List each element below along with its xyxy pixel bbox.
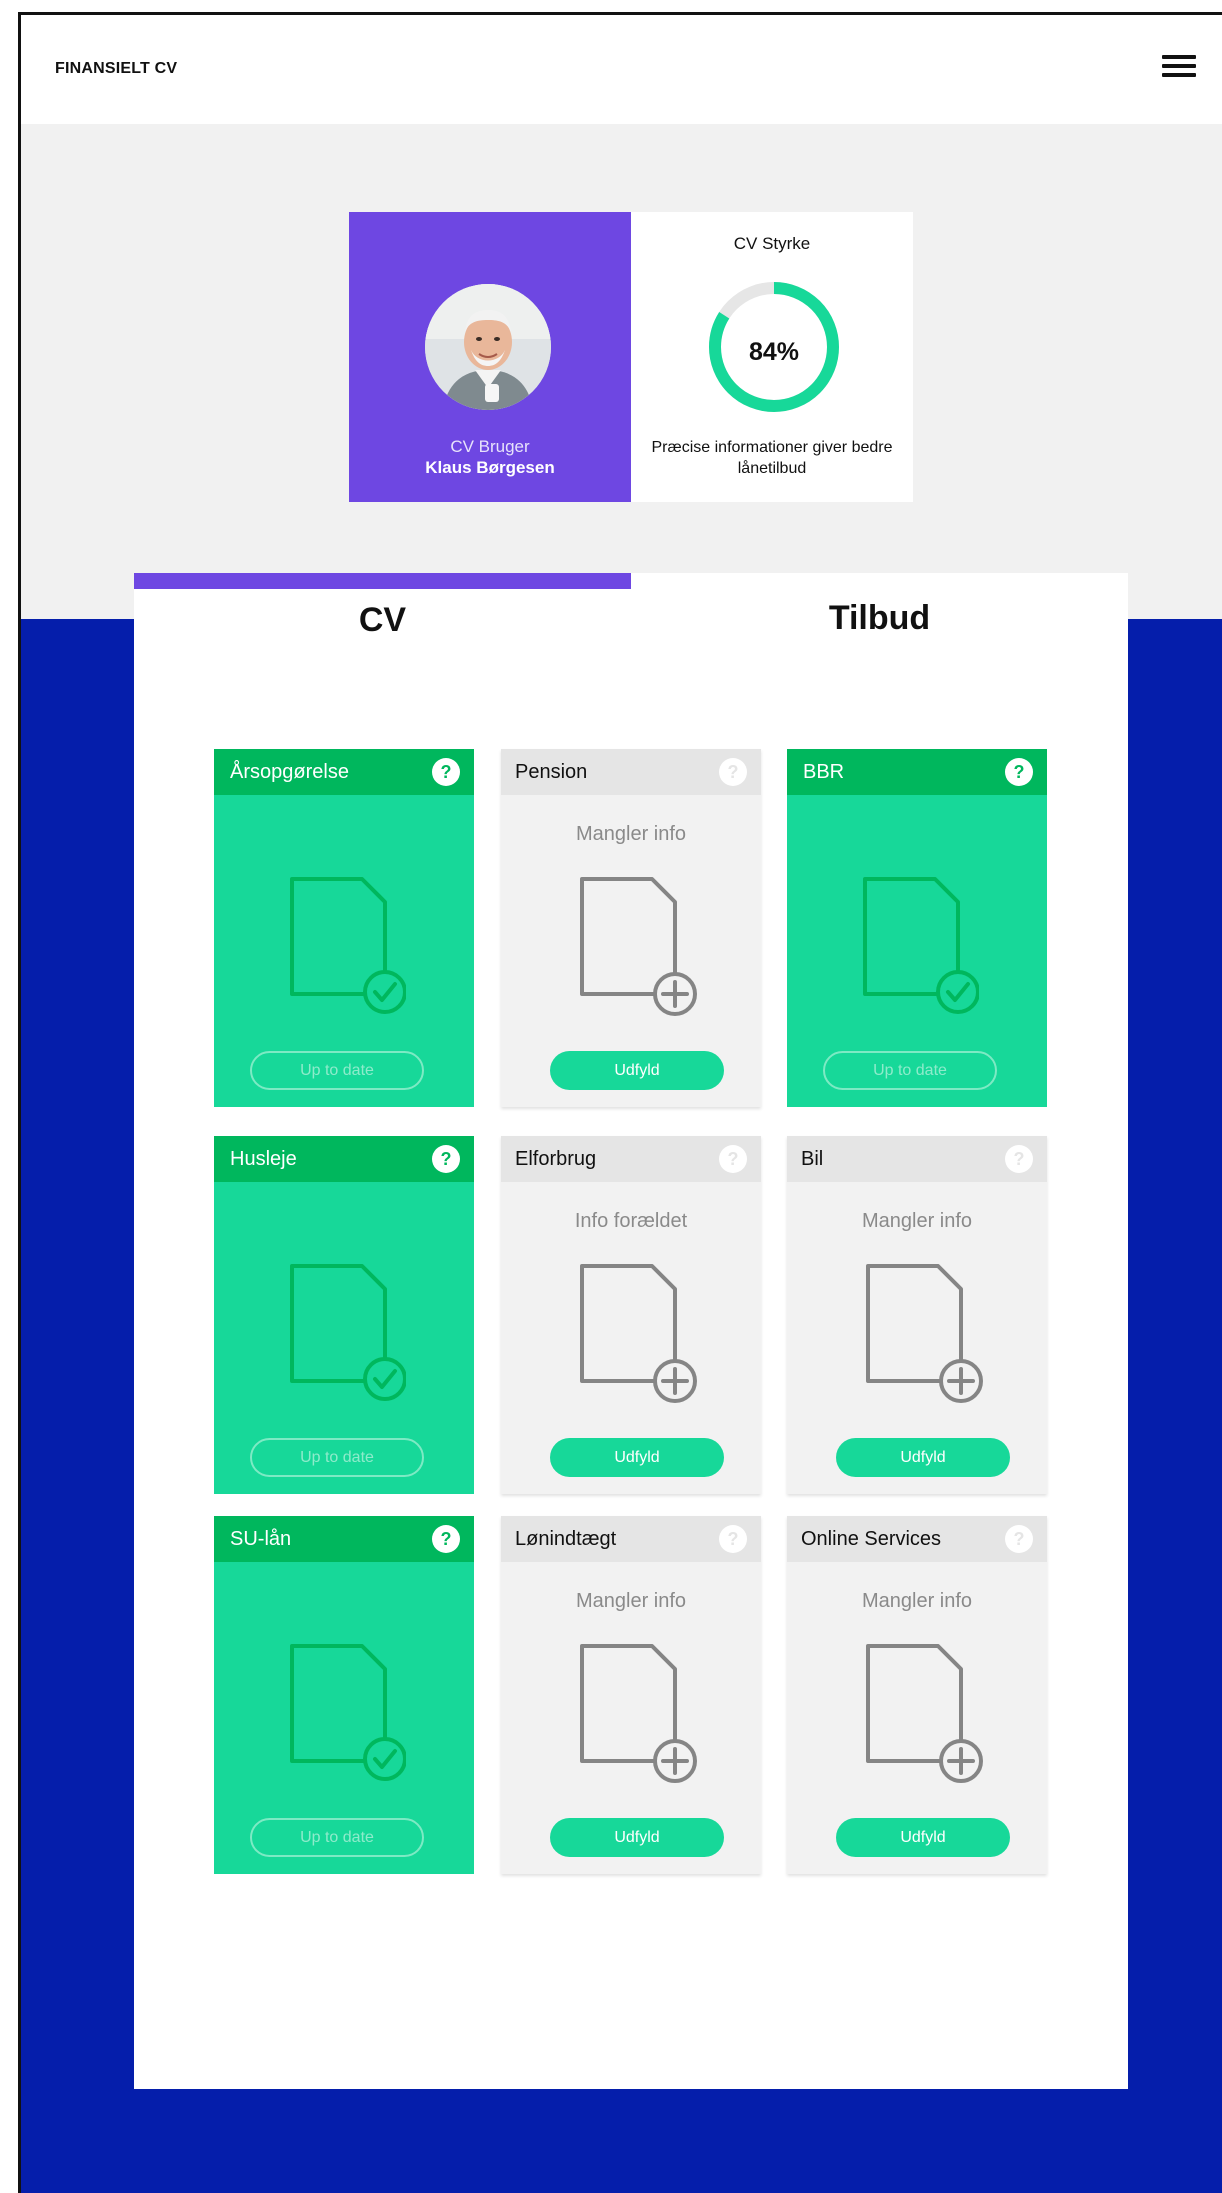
help-icon[interactable]: ? bbox=[719, 758, 747, 786]
card-title: Årsopgørelse bbox=[230, 761, 349, 783]
profile-card: CV Bruger Klaus Børgesen bbox=[349, 212, 631, 502]
card-status: Info forældet bbox=[574, 1210, 688, 1232]
strength-ring: 84% bbox=[708, 281, 840, 413]
card-header: Online Services? bbox=[787, 1516, 1047, 1562]
udfyld-button[interactable]: Udfyld bbox=[836, 1818, 1010, 1857]
help-icon[interactable]: ? bbox=[432, 758, 460, 786]
card-header: Lønindtægt? bbox=[501, 1516, 761, 1562]
data-card: SU-lån? Up to date bbox=[214, 1516, 474, 1874]
document-add-icon bbox=[577, 1253, 701, 1403]
profile-role: CV Bruger bbox=[450, 437, 530, 456]
document-check-icon bbox=[282, 1631, 407, 1781]
card-title: SU-lån bbox=[230, 1528, 292, 1550]
strength-description: Præcise informationer giver bedre låneti… bbox=[651, 439, 893, 477]
card-header: BBR? bbox=[787, 749, 1047, 795]
help-icon[interactable]: ? bbox=[1005, 1525, 1033, 1553]
card-title: Online Services bbox=[801, 1528, 942, 1550]
data-card: Husleje? Up to date bbox=[214, 1136, 474, 1494]
help-icon[interactable]: ? bbox=[719, 1525, 747, 1553]
card-title: Lønindtægt bbox=[515, 1528, 617, 1550]
data-card: Årsopgørelse? Up to date bbox=[214, 749, 474, 1107]
data-card: Pension? Mangler info Udfyld bbox=[501, 749, 761, 1107]
card-header: SU-lån? bbox=[214, 1516, 474, 1562]
cv-strength-card: CV Styrke 84% Præcise informationer give… bbox=[631, 212, 913, 502]
card-title: Husleje bbox=[230, 1148, 297, 1170]
document-check-icon bbox=[282, 864, 407, 1014]
card-title: Elforbrug bbox=[515, 1148, 597, 1170]
up-to-date-button[interactable]: Up to date bbox=[823, 1051, 997, 1090]
data-card: Bil? Mangler info Udfyld bbox=[787, 1136, 1047, 1494]
top-bar: FINANSIELT CV bbox=[21, 15, 1222, 124]
strength-title: CV Styrke bbox=[733, 234, 811, 253]
up-to-date-button[interactable]: Up to date bbox=[250, 1051, 424, 1090]
main-panel: CV Tilbud Årsopgørelse? Up to date Pension… bbox=[134, 573, 1128, 2089]
card-title: Bil bbox=[801, 1148, 824, 1170]
strength-percent: 84% bbox=[748, 338, 800, 366]
document-add-icon bbox=[863, 1633, 987, 1783]
up-to-date-button[interactable]: Up to date bbox=[250, 1438, 424, 1477]
udfyld-button[interactable]: Udfyld bbox=[550, 1818, 724, 1857]
udfyld-button[interactable]: Udfyld bbox=[836, 1438, 1010, 1477]
card-header: Årsopgørelse? bbox=[214, 749, 474, 795]
card-header: Bil? bbox=[787, 1136, 1047, 1182]
profile-name: Klaus Børgesen bbox=[425, 458, 555, 477]
help-icon[interactable]: ? bbox=[432, 1145, 460, 1173]
help-icon[interactable]: ? bbox=[432, 1525, 460, 1553]
document-check-icon bbox=[282, 1251, 407, 1401]
tab-cv[interactable]: CV bbox=[134, 573, 631, 653]
data-card: Elforbrug? Info forældet Udfyld bbox=[501, 1136, 761, 1494]
help-icon[interactable]: ? bbox=[1005, 1145, 1033, 1173]
avatar-photo bbox=[425, 284, 551, 410]
brand-title: FINANSIELT CV bbox=[55, 60, 178, 77]
data-card: BBR? Up to date bbox=[787, 749, 1047, 1107]
document-add-icon bbox=[863, 1253, 987, 1403]
document-check-icon bbox=[855, 864, 980, 1014]
document-add-icon bbox=[577, 866, 701, 1016]
card-status: Mangler info bbox=[575, 823, 687, 845]
document-add-icon bbox=[577, 1633, 701, 1783]
card-header: Pension? bbox=[501, 749, 761, 795]
help-icon[interactable]: ? bbox=[719, 1145, 747, 1173]
card-status: Mangler info bbox=[861, 1210, 973, 1232]
data-card: Lønindtægt? Mangler info Udfyld bbox=[501, 1516, 761, 1874]
card-header: Elforbrug? bbox=[501, 1136, 761, 1182]
udfyld-button[interactable]: Udfyld bbox=[550, 1438, 724, 1477]
card-title: Pension bbox=[515, 761, 588, 783]
card-status: Mangler info bbox=[861, 1590, 973, 1612]
card-header: Husleje? bbox=[214, 1136, 474, 1182]
hamburger-menu-icon[interactable] bbox=[1162, 55, 1196, 79]
avatar bbox=[425, 284, 551, 410]
data-card: Online Services? Mangler info Udfyld bbox=[787, 1516, 1047, 1874]
udfyld-button[interactable]: Udfyld bbox=[550, 1051, 724, 1090]
card-title: BBR bbox=[803, 761, 845, 783]
card-status: Mangler info bbox=[575, 1590, 687, 1612]
app-frame: FINANSIELT CV CV Bruger Klaus Børgesen C… bbox=[18, 12, 1222, 2193]
up-to-date-button[interactable]: Up to date bbox=[250, 1818, 424, 1857]
help-icon[interactable]: ? bbox=[1005, 758, 1033, 786]
tab-tilbud[interactable]: Tilbud bbox=[631, 573, 1128, 653]
